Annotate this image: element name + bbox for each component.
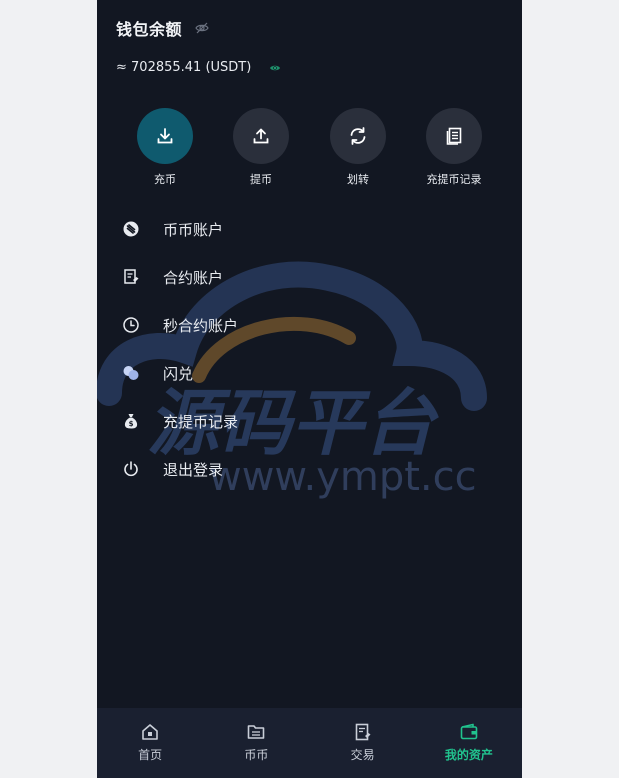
tab-label: 交易: [350, 748, 375, 762]
tab-label: 币币: [244, 748, 269, 762]
wallet-icon: [459, 722, 479, 742]
home-icon: [140, 722, 160, 742]
balance-row: ≈ 702855.41 (USDT): [116, 60, 281, 75]
deposit-label: 充币: [154, 173, 176, 186]
clock-icon: [122, 316, 140, 334]
transfer-button[interactable]: 划转: [313, 108, 403, 187]
trade-icon: [353, 722, 373, 742]
deposit-button[interactable]: 充币: [120, 108, 210, 187]
eye-icon[interactable]: [269, 62, 281, 74]
menu-item-deposit-withdraw-record[interactable]: $ 充提币记录: [97, 397, 522, 445]
balance-header: 钱包余额: [116, 16, 210, 40]
document-icon: [446, 127, 462, 145]
tab-label: 我的资产: [444, 748, 493, 762]
refresh-icon: [350, 127, 366, 145]
tab-label: 首页: [138, 748, 163, 762]
menu-item-label: 闪兑: [163, 364, 194, 383]
bottom-tab-bar: 首页 币币 交易 我的资产: [97, 708, 522, 778]
balance-title: 钱包余额: [116, 20, 183, 39]
eye-off-icon[interactable]: [194, 20, 210, 36]
menu-item-contract-account[interactable]: 合约账户: [97, 253, 522, 301]
app-screen: 钱包余额 ≈ 702855.41 (USDT) 充币 提币 划转 充提币记录 源…: [97, 0, 522, 778]
menu-item-flash-exchange[interactable]: 闪兑: [97, 349, 522, 397]
power-icon: [122, 460, 140, 478]
menu-item-label: 退出登录: [163, 460, 224, 479]
record-circle[interactable]: [426, 108, 482, 164]
tab-trade[interactable]: 交易: [310, 708, 416, 778]
transfer-circle[interactable]: [330, 108, 386, 164]
menu-item-label: 充提币记录: [163, 412, 239, 431]
withdraw-label: 提币: [250, 173, 272, 186]
menu-item-seconds-contract-account[interactable]: 秒合约账户: [97, 301, 522, 349]
withdraw-button[interactable]: 提币: [216, 108, 306, 187]
quick-actions: 充币 提币 划转 充提币记录: [97, 108, 522, 198]
menu-item-logout[interactable]: 退出登录: [97, 445, 522, 493]
tab-home[interactable]: 首页: [97, 708, 203, 778]
tab-my-assets[interactable]: 我的资产: [416, 708, 522, 778]
coin-icon: [122, 220, 140, 238]
svg-text:$: $: [129, 420, 134, 428]
menu-item-label: 币币账户: [163, 220, 224, 239]
money-bag-icon: $: [122, 412, 140, 430]
withdraw-circle[interactable]: [233, 108, 289, 164]
download-icon: [157, 128, 173, 144]
menu-item-spot-account[interactable]: 币币账户: [97, 205, 522, 253]
account-menu: 币币账户 合约账户 秒合约账户 闪兑 $ 充提币记录 退出登录: [97, 205, 522, 493]
exchange-icon: [122, 364, 140, 382]
deposit-withdraw-record-button[interactable]: 充提币记录: [409, 108, 499, 187]
tab-spot[interactable]: 币币: [203, 708, 309, 778]
menu-item-label: 合约账户: [163, 268, 224, 287]
folder-icon: [246, 722, 266, 742]
balance-value: ≈ 702855.41 (USDT): [116, 60, 252, 75]
transfer-label: 划转: [347, 173, 369, 186]
menu-item-label: 秒合约账户: [163, 316, 239, 335]
record-label: 充提币记录: [426, 173, 482, 186]
contract-icon: [122, 268, 140, 286]
deposit-circle[interactable]: [137, 108, 193, 164]
upload-icon: [253, 128, 269, 144]
